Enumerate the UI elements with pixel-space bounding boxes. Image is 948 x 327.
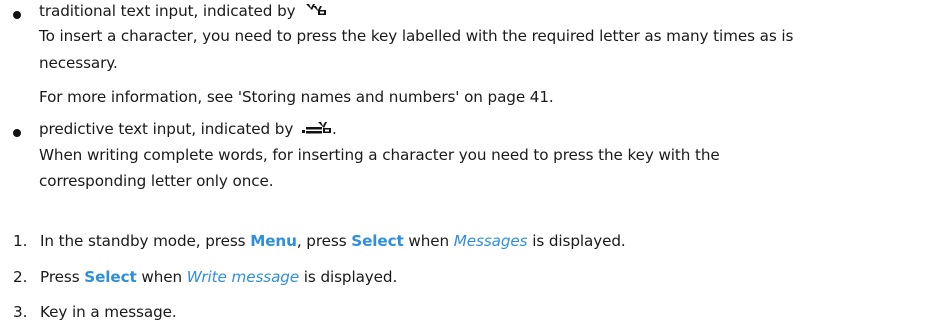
step-text: when — [408, 232, 450, 250]
traditional-input-icon — [304, 1, 328, 23]
step-text: when — [141, 268, 183, 286]
bullet-body-line: corresponding letter only once. — [39, 172, 274, 190]
key-menu: Menu — [250, 232, 297, 250]
bullet-dot — [13, 129, 21, 137]
bullet-body-line: necessary. — [39, 54, 118, 72]
step-text: is displayed. — [303, 268, 398, 286]
step-text: In the standby mode, press — [40, 232, 246, 250]
predictive-input-icon — [301, 119, 332, 141]
step-text: Key in a message. — [40, 303, 177, 321]
step-number: 3. — [13, 303, 28, 321]
bullet-lead-line: traditional text input, indicated by — [39, 0, 328, 23]
bullet-dot — [13, 11, 21, 19]
bullet-lead-line: predictive text input, indicated by . — [39, 118, 337, 141]
step-number: 1. — [13, 232, 28, 250]
bullet-body-line: When writing complete words, for inserti… — [39, 146, 720, 164]
bullet-lead: traditional text input, indicated by — [39, 2, 296, 20]
step-number: 2. — [13, 268, 28, 286]
manual-page: traditional text input, indicated by To … — [0, 0, 948, 327]
key-select: Select — [351, 232, 404, 250]
bullet-lead: predictive text input, indicated by — [39, 120, 294, 138]
menu-item-messages: Messages — [453, 232, 528, 250]
menu-item-write-message: Write message — [186, 268, 300, 286]
step-text: , press — [296, 232, 347, 250]
step-2: 2. Press Select when Write message is di… — [13, 266, 397, 288]
bullet-body-line: To insert a character, you need to press… — [39, 27, 794, 45]
step-text: is displayed. — [532, 232, 626, 250]
step-text: Press — [40, 268, 80, 286]
key-select: Select — [84, 268, 137, 286]
step-1: 1. In the standby mode, press Menu, pres… — [13, 230, 626, 252]
bullet-lead-end: . — [331, 120, 337, 138]
step-3: 3. Key in a message. — [13, 301, 177, 323]
bullet-body-line: For more information, see 'Storing names… — [39, 88, 554, 106]
